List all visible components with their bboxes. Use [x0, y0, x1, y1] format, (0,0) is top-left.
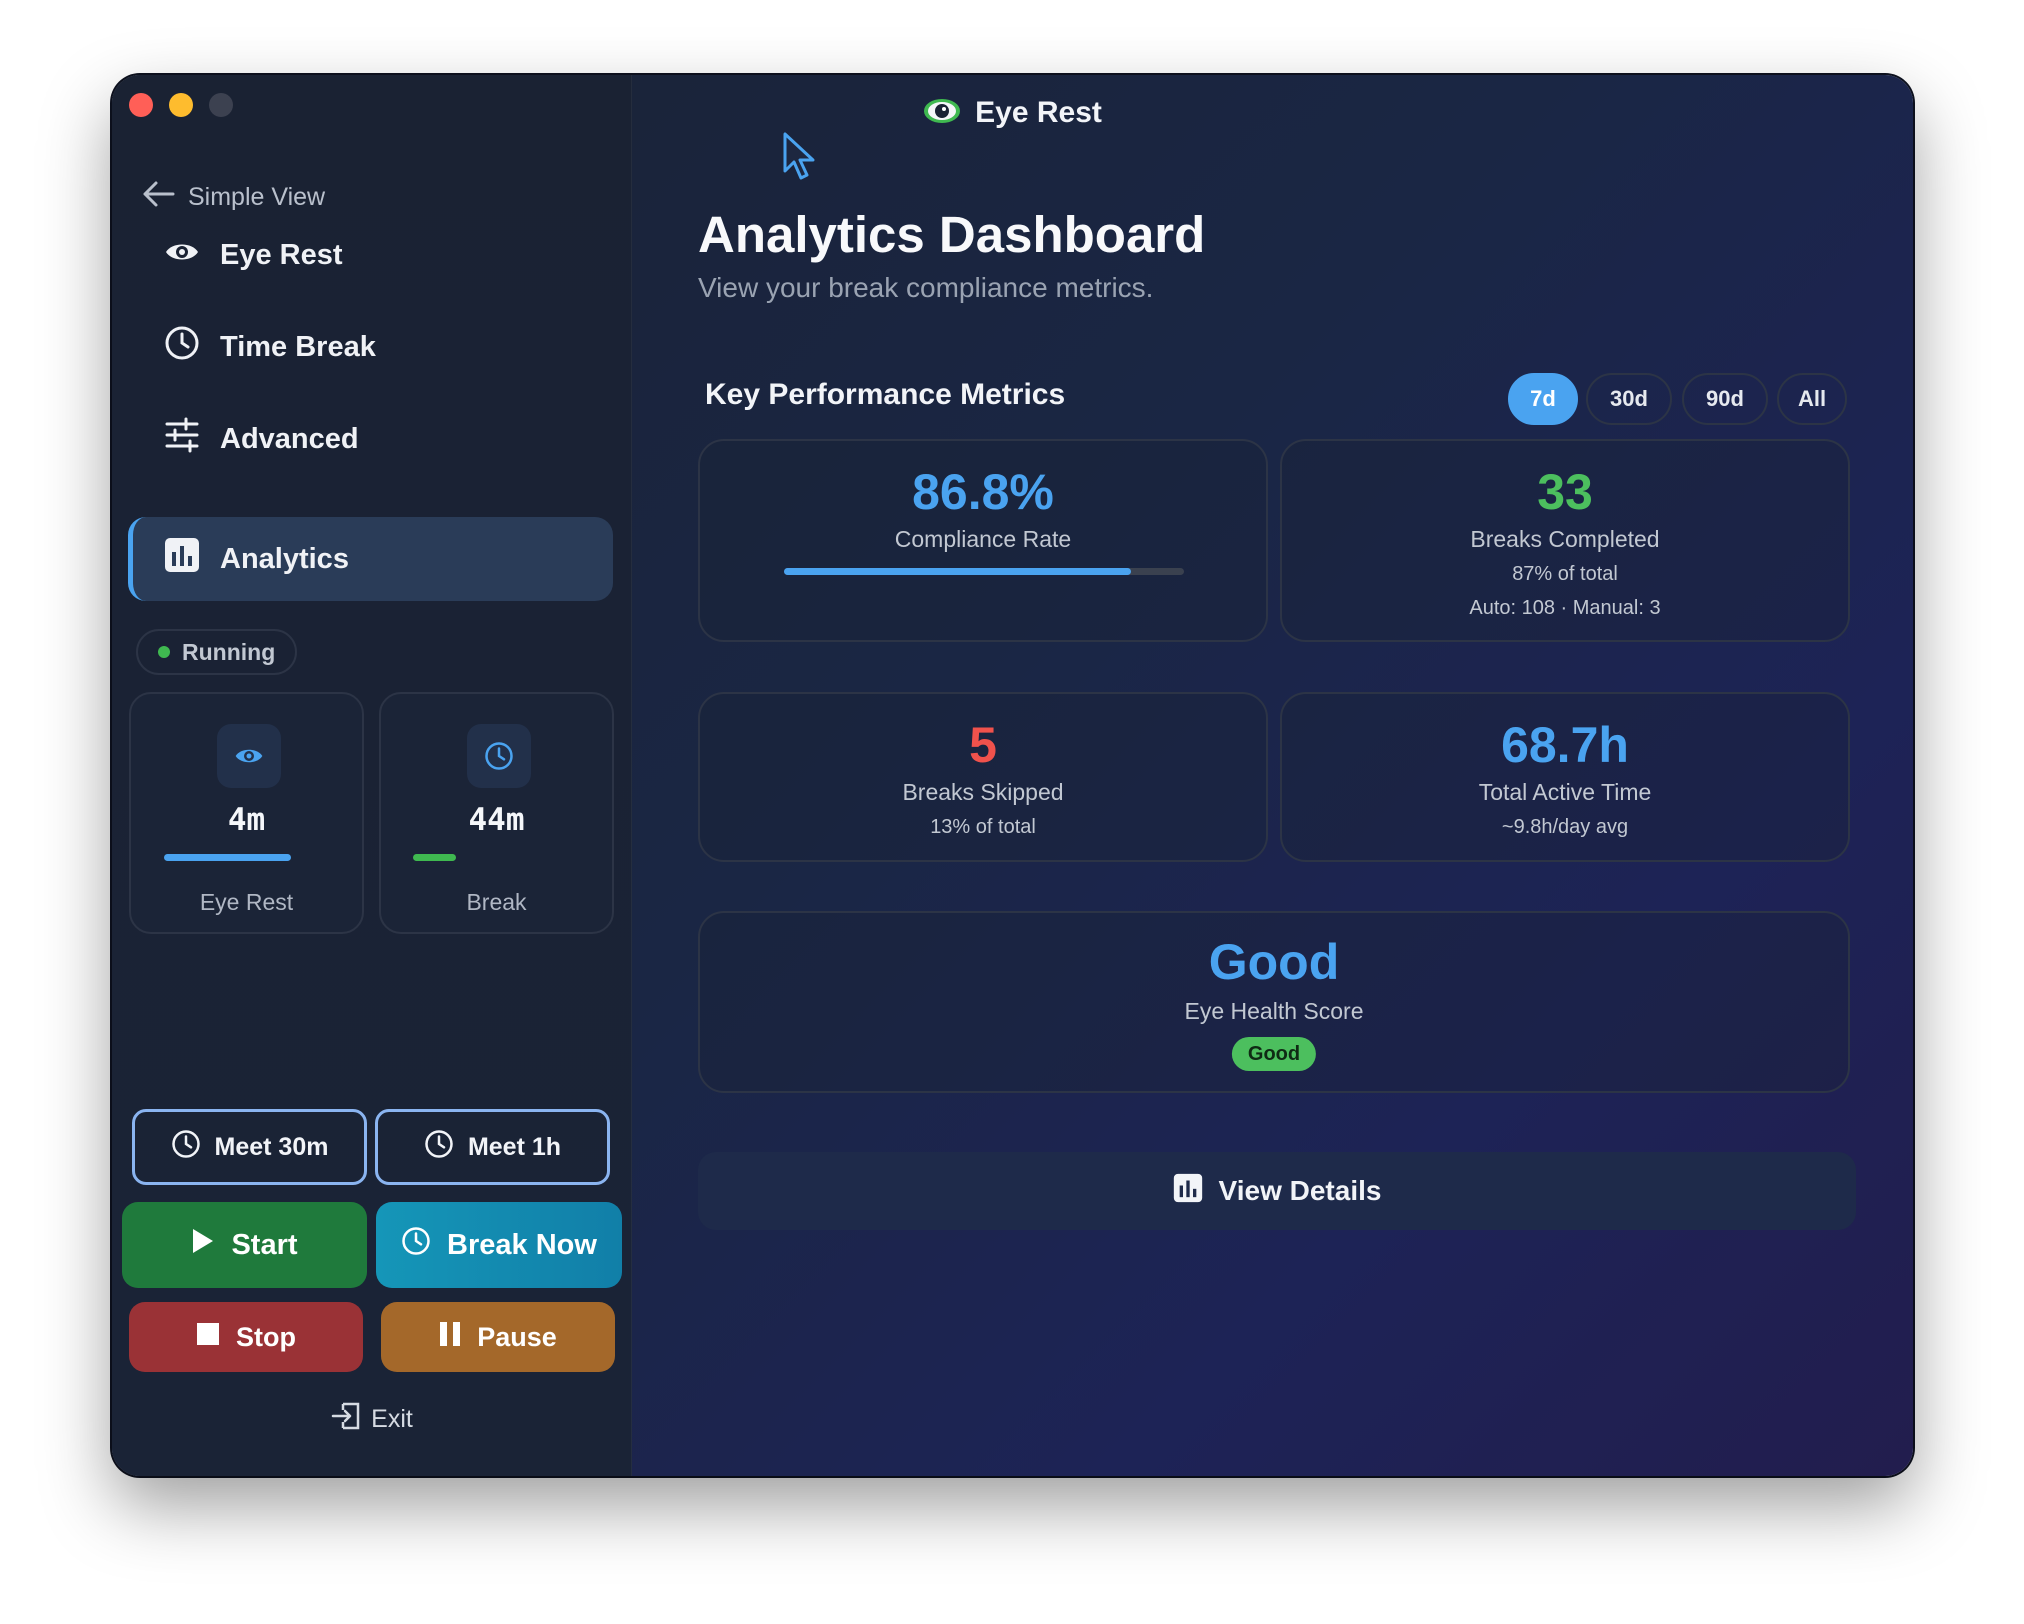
pause-label: Pause	[477, 1321, 557, 1352]
clock-icon	[164, 325, 200, 369]
clock-icon	[424, 1129, 454, 1166]
meet-30m-label: Meet 30m	[214, 1132, 329, 1161]
back-link-label: Simple View	[188, 183, 326, 211]
breaks-completed-breakdown: Auto: 108 · Manual: 3	[1469, 597, 1661, 619]
eye-icon	[217, 724, 281, 788]
eye-icon	[164, 239, 200, 272]
page-title: Analytics Dashboard	[698, 206, 1206, 263]
break-timer-label: Break	[466, 889, 527, 915]
sidebar-item-analytics[interactable]: Analytics	[128, 517, 613, 601]
section-title: Key Performance Metrics	[705, 378, 1066, 411]
break-timer-value: 44m	[468, 802, 525, 838]
bar-chart-icon	[1173, 1173, 1203, 1210]
total-active-time-card: 68.7h Total Active Time ~9.8h/day avg	[1280, 692, 1850, 862]
arrow-left-icon	[142, 179, 176, 216]
app-window: Simple View Eye Rest Time Break Advanced…	[112, 75, 1913, 1476]
eye-health-score-label: Eye Health Score	[1184, 998, 1364, 1024]
compliance-rate-label: Compliance Rate	[894, 526, 1072, 552]
window-title: Eye Rest	[975, 96, 1102, 129]
start-label: Start	[231, 1228, 298, 1261]
compliance-rate-card: 86.8% Compliance Rate	[698, 439, 1268, 642]
eye-health-score-value: Good	[1208, 934, 1340, 990]
view-details-button[interactable]: View Details	[698, 1152, 1856, 1230]
bar-chart-icon	[164, 537, 200, 581]
eye-rest-timer-label: Eye Rest	[199, 889, 294, 915]
breaks-completed-value: 33	[1537, 464, 1593, 520]
sliders-icon	[164, 417, 200, 461]
page-subtitle: View your break compliance metrics.	[698, 272, 1154, 303]
sidebar-item-label: Analytics	[220, 542, 349, 575]
eye-rest-timer-progress	[164, 854, 291, 861]
range-90d-button[interactable]: 90d	[1682, 373, 1768, 425]
sidebar-item-label: Eye Rest	[220, 238, 343, 271]
exit-label: Exit	[371, 1405, 413, 1433]
pause-icon	[439, 1321, 461, 1354]
range-all-button[interactable]: All	[1777, 373, 1847, 425]
pause-button[interactable]: Pause	[381, 1302, 615, 1372]
stop-button[interactable]: Stop	[129, 1302, 363, 1372]
range-7d-button[interactable]: 7d	[1508, 373, 1578, 425]
compliance-rate-value: 86.8%	[912, 464, 1054, 520]
break-timer-progress	[413, 854, 456, 861]
breaks-completed-label: Breaks Completed	[1470, 526, 1660, 552]
stop-icon	[196, 1322, 220, 1353]
meet-1h-label: Meet 1h	[467, 1132, 562, 1161]
sidebar-item-advanced[interactable]: Advanced	[128, 397, 613, 481]
app-logo-eye-icon	[923, 97, 961, 130]
total-active-time-value: 68.7h	[1501, 717, 1629, 773]
status-badge: Running	[136, 629, 298, 675]
status-badge: Good	[1231, 1037, 1317, 1071]
breaks-skipped-label: Breaks Skipped	[902, 779, 1064, 805]
status-dot	[158, 646, 170, 658]
breaks-completed-percent: 87% of total	[1512, 563, 1618, 585]
range-30d-button[interactable]: 30d	[1586, 373, 1672, 425]
view-details-label: View Details	[1218, 1175, 1382, 1206]
mouse-cursor-icon	[782, 131, 818, 186]
play-icon	[191, 1227, 215, 1263]
total-active-time-average: ~9.8h/day avg	[1501, 816, 1629, 838]
compliance-progress-bar	[784, 568, 1184, 575]
sidebar-item-eye-rest[interactable]: Eye Rest	[128, 213, 613, 297]
break-now-button[interactable]: Break Now	[376, 1202, 622, 1288]
clock-icon	[401, 1226, 431, 1264]
eye-rest-timer-card: 4m Eye Rest	[129, 692, 364, 934]
back-to-simple-view-link[interactable]: Simple View	[142, 179, 325, 216]
break-now-label: Break Now	[447, 1228, 597, 1261]
breaks-skipped-percent: 13% of total	[930, 816, 1036, 838]
exit-button[interactable]: Exit	[112, 1401, 632, 1438]
compliance-progress-fill	[784, 568, 1132, 575]
clock-icon	[171, 1129, 201, 1166]
sidebar: Simple View Eye Rest Time Break Advanced…	[112, 75, 632, 1476]
start-button[interactable]: Start	[122, 1202, 367, 1288]
sidebar-item-label: Time Break	[220, 330, 376, 363]
clock-icon	[467, 724, 531, 788]
exit-icon	[331, 1401, 361, 1438]
breaks-skipped-value: 5	[969, 717, 997, 773]
status-label: Running	[182, 638, 276, 665]
stop-label: Stop	[236, 1321, 296, 1352]
title-bar: Eye Rest	[112, 93, 1913, 133]
sidebar-item-time-break[interactable]: Time Break	[128, 305, 613, 389]
break-timer-card: 44m Break	[379, 692, 614, 934]
total-active-time-label: Total Active Time	[1478, 779, 1652, 805]
meet-1h-button[interactable]: Meet 1h	[375, 1109, 610, 1185]
sidebar-item-label: Advanced	[220, 422, 359, 455]
breaks-skipped-card: 5 Breaks Skipped 13% of total	[698, 692, 1268, 862]
meet-30m-button[interactable]: Meet 30m	[132, 1109, 367, 1185]
eye-health-score-card: Good Eye Health Score Good	[698, 911, 1850, 1093]
breaks-completed-card: 33 Breaks Completed 87% of total Auto: 1…	[1280, 439, 1850, 642]
eye-rest-timer-value: 4m	[227, 802, 266, 838]
